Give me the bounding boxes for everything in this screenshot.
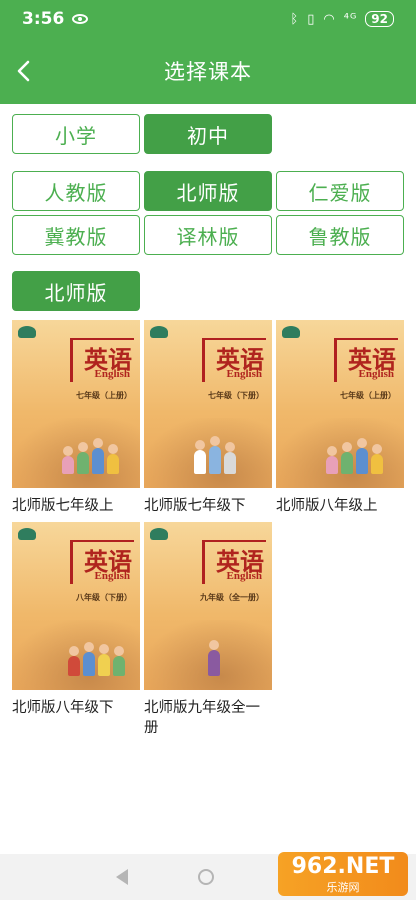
book-label[interactable]: 北师版七年级上: [12, 496, 140, 516]
book-item[interactable]: 英语 English 七年级（上册） 北师版七年级上: [12, 320, 140, 516]
cover-grade: 八年级（下册）: [76, 593, 132, 602]
cover-figures: [326, 434, 396, 474]
publisher-yilin[interactable]: 译林版: [144, 215, 272, 255]
publisher-beishi[interactable]: 北师版: [144, 171, 272, 211]
publisher-jijiao[interactable]: 冀教版: [12, 215, 140, 255]
cover-subtitle: English: [226, 570, 262, 582]
book-item[interactable]: 英语 English 九年级（全一册） 北师版九年级全一册: [144, 522, 272, 738]
back-arrow-icon[interactable]: [14, 60, 36, 82]
book-label[interactable]: 北师版七年级下: [144, 496, 272, 516]
watermark-sub: 乐游网: [326, 880, 360, 894]
cover-figures: [68, 636, 138, 676]
cover-figures: [62, 434, 132, 474]
publisher-renai[interactable]: 仁爱版: [276, 171, 404, 211]
cover-grade: 七年级（上册）: [76, 391, 132, 400]
cover-grade: 七年级（上册）: [340, 391, 396, 400]
battery-indicator: 92: [365, 11, 394, 27]
cover-figures: [194, 434, 264, 474]
nav-back-icon[interactable]: [116, 869, 128, 885]
book-item[interactable]: 英语 English 八年级（下册） 北师版八年级下: [12, 522, 140, 718]
cover-grade: 九年级（全一册）: [200, 593, 264, 602]
cover-grade: 七年级（下册）: [208, 391, 264, 400]
stage-tab-primary[interactable]: 小学: [12, 114, 140, 154]
watermark-logo: 962.NET 乐游网: [278, 852, 408, 896]
nav-home-icon[interactable]: [198, 869, 214, 885]
book-label[interactable]: 北师版八年级下: [12, 698, 140, 718]
book-cover[interactable]: 英语 English 七年级（上册）: [276, 320, 404, 488]
cover-subtitle: English: [94, 368, 130, 380]
stage-tab-junior[interactable]: 初中: [144, 114, 272, 154]
signal-icon: ⁴ᴳ: [343, 11, 358, 27]
vibrate-icon: ▯: [307, 11, 316, 27]
publisher-logo-icon: [150, 528, 168, 540]
publisher-logo-icon: [150, 326, 168, 338]
status-bar: 3:56 ᛒ ▯ ◠ ⁴ᴳ 92: [0, 0, 416, 38]
eye-icon: [72, 14, 89, 24]
publisher-logo-icon: [18, 326, 36, 338]
app-bar: 选择课本: [0, 38, 416, 104]
book-item[interactable]: 英语 English 七年级（上册） 北师版八年级上: [276, 320, 404, 516]
watermark-main: 962.NET: [291, 853, 395, 879]
cover-subtitle: English: [226, 368, 262, 380]
book-label[interactable]: 北师版九年级全一册: [144, 698, 272, 738]
cover-subtitle: English: [358, 368, 394, 380]
page-title: 选择课本: [164, 60, 252, 84]
book-cover[interactable]: 英语 English 七年级（下册）: [144, 320, 272, 488]
publisher-logo-icon: [282, 326, 300, 338]
book-label[interactable]: 北师版八年级上: [276, 496, 404, 516]
publisher-logo-icon: [18, 528, 36, 540]
wifi-icon: ◠: [323, 11, 336, 27]
publisher-renjiao[interactable]: 人教版: [12, 171, 140, 211]
book-cover[interactable]: 英语 English 九年级（全一册）: [144, 522, 272, 690]
bluetooth-icon: ᛒ: [290, 11, 300, 27]
status-time: 3:56: [22, 9, 65, 29]
publisher-lujiao[interactable]: 鲁教版: [276, 215, 404, 255]
book-cover[interactable]: 英语 English 七年级（上册）: [12, 320, 140, 488]
book-item[interactable]: 英语 English 七年级（下册） 北师版七年级下: [144, 320, 272, 516]
cover-figures: [208, 636, 272, 676]
book-cover[interactable]: 英语 English 八年级（下册）: [12, 522, 140, 690]
section-title: 北师版: [12, 271, 140, 311]
cover-subtitle: English: [94, 570, 130, 582]
